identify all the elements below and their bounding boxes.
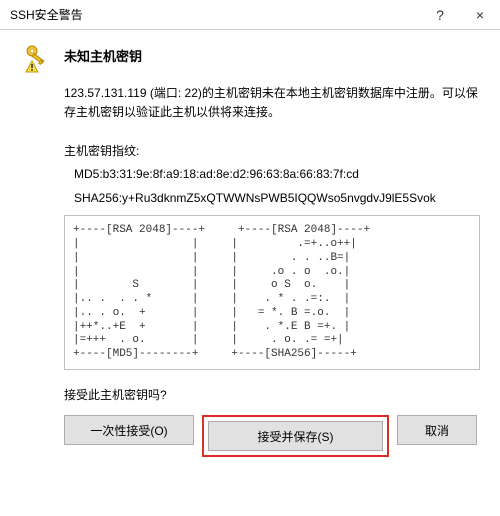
accept-prompt: 接受此主机密钥吗? [64,386,480,403]
dialog-body: 123.57.131.119 (端口: 22)的主机密钥未在本地主机密钥数据库中… [64,84,480,403]
button-row: 一次性接受(O) 接受并保存(S) 取消 [20,415,480,457]
accept-once-button[interactable]: 一次性接受(O) [64,415,194,445]
close-button[interactable]: × [460,0,500,30]
cancel-button[interactable]: 取消 [397,415,477,445]
dialog-heading: 未知主机密钥 [64,42,142,65]
fingerprint-label: 主机密钥指纹: [64,142,480,159]
dialog-message: 123.57.131.119 (端口: 22)的主机密钥未在本地主机密钥数据库中… [64,84,480,122]
titlebar: SSH安全警告 ? × [0,0,500,30]
close-icon: × [476,7,484,23]
fingerprint-ascii-art: +----[RSA 2048]----+ +----[RSA 2048]----… [64,215,480,370]
fingerprint-sha256: SHA256:y+Ru3dknmZ5xQTWWNsPWB5IQQWso5nvgd… [74,191,480,205]
warning-key-icon [20,42,52,74]
fingerprint-md5: MD5:b3:31:9e:8f:a9:18:ad:8e:d2:96:63:8a:… [74,167,480,181]
dialog-content: 未知主机密钥 123.57.131.119 (端口: 22)的主机密钥未在本地主… [0,30,500,467]
header-row: 未知主机密钥 [20,42,480,74]
accept-save-button[interactable]: 接受并保存(S) [208,421,383,451]
highlight-frame: 接受并保存(S) [202,415,389,457]
help-icon: ? [436,7,444,23]
help-button[interactable]: ? [420,0,460,30]
window-title: SSH安全警告 [10,6,420,23]
